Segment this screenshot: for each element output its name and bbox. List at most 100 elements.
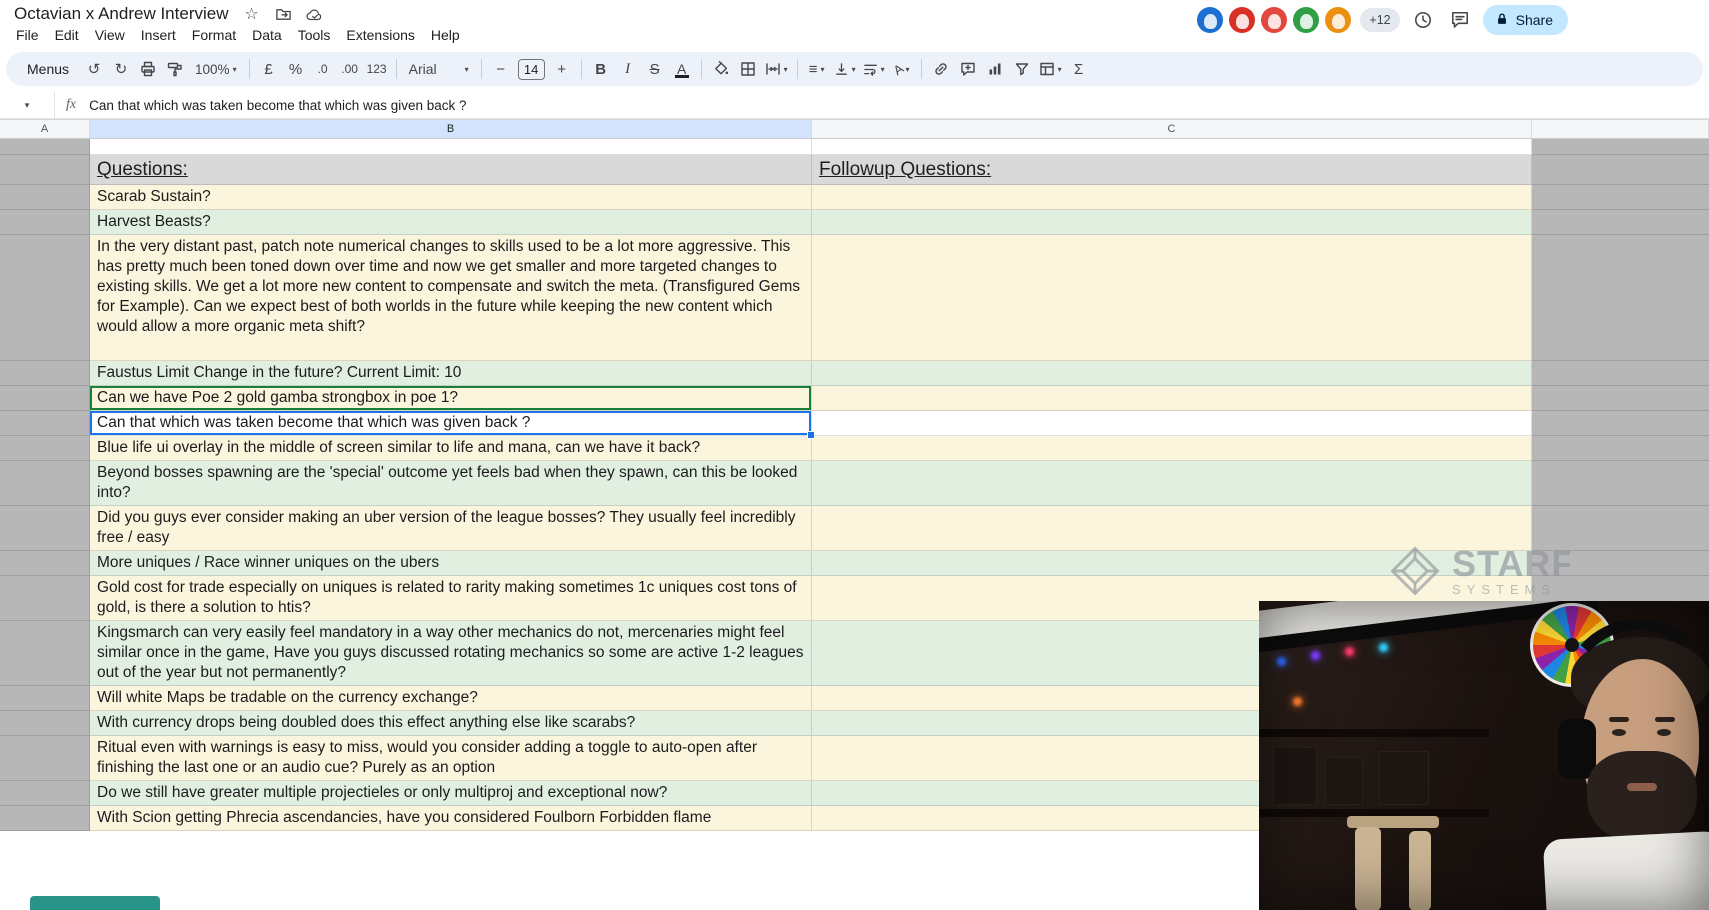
cell-col-a[interactable]	[0, 576, 90, 621]
collaborator-overflow-badge[interactable]: +12	[1360, 8, 1400, 32]
cell-col-b[interactable]: More uniques / Race winner uniques on th…	[90, 551, 812, 576]
cell-col-a[interactable]	[0, 155, 90, 185]
column-header-a[interactable]: A	[0, 120, 90, 139]
format-percent-button[interactable]: %	[283, 56, 309, 82]
menu-format[interactable]: Format	[184, 25, 244, 45]
cell-col-b[interactable]: With currency drops being doubled does t…	[90, 711, 812, 736]
cell-col-a[interactable]	[0, 686, 90, 711]
redo-button[interactable]: ↻	[108, 56, 134, 82]
collaborator-avatar[interactable]	[1261, 7, 1288, 33]
paint-format-button[interactable]	[162, 56, 188, 82]
column-header-c[interactable]: C	[812, 120, 1532, 139]
cell-col-b[interactable]: Gold cost for trade especially on unique…	[90, 576, 812, 621]
name-box-dropdown[interactable]: ▾	[0, 92, 54, 118]
cell-col-c[interactable]	[812, 436, 1532, 461]
cell-col-a[interactable]	[0, 621, 90, 686]
cell-col-b[interactable]	[90, 139, 812, 155]
more-formats-button[interactable]: 123	[364, 56, 390, 82]
cell-col-b[interactable]: Will white Maps be tradable on the curre…	[90, 686, 812, 711]
cell-col-a[interactable]	[0, 806, 90, 831]
cell-col-a[interactable]	[0, 411, 90, 436]
cell-col-b[interactable]: Questions:	[90, 155, 812, 185]
vertical-align-button[interactable]: ▾	[831, 56, 859, 82]
zoom-control[interactable]: 100% ▾	[189, 56, 243, 82]
strikethrough-button[interactable]: S	[642, 56, 668, 82]
cell-col-a[interactable]	[0, 506, 90, 551]
cell-col-a[interactable]	[0, 185, 90, 210]
cell-col-b[interactable]: Scarab Sustain?	[90, 185, 812, 210]
print-button[interactable]	[135, 56, 161, 82]
horizontal-align-button[interactable]: ≡ ▾	[804, 56, 830, 82]
cell-col-b[interactable]: Kingsmarch can very easily feel mandator…	[90, 621, 812, 686]
cell-col-b[interactable]: Blue life ui overlay in the middle of sc…	[90, 436, 812, 461]
cell-col-b[interactable]: Beyond bosses spawning are the 'special'…	[90, 461, 812, 506]
cell-col-a[interactable]	[0, 210, 90, 235]
functions-button[interactable]: Σ	[1066, 56, 1092, 82]
cell-col-b[interactable]: Do we still have greater multiple projec…	[90, 781, 812, 806]
cell-col-c[interactable]	[812, 185, 1532, 210]
comments-icon[interactable]	[1446, 6, 1474, 34]
cell-col-b[interactable]: With Scion getting Phrecia ascendancies,…	[90, 806, 812, 831]
fill-color-button[interactable]	[708, 56, 734, 82]
cell-col-c[interactable]	[812, 411, 1532, 436]
cell-col-a[interactable]	[0, 386, 90, 411]
italic-button[interactable]: I	[615, 56, 641, 82]
collaborator-avatar[interactable]	[1293, 7, 1320, 33]
move-folder-icon[interactable]	[274, 5, 292, 23]
collaborator-avatar[interactable]	[1197, 7, 1224, 33]
menu-insert[interactable]: Insert	[133, 25, 184, 45]
merge-cells-button[interactable]: ▾	[762, 56, 791, 82]
undo-button[interactable]: ↺	[81, 56, 107, 82]
cell-col-c[interactable]	[812, 139, 1532, 155]
cell-col-a[interactable]	[0, 436, 90, 461]
collaborator-avatar[interactable]	[1229, 7, 1256, 33]
column-header-b[interactable]: B	[90, 120, 812, 139]
cell-col-b[interactable]: Did you guys ever consider making an ube…	[90, 506, 812, 551]
share-button[interactable]: Share	[1482, 5, 1568, 35]
decrease-decimal-button[interactable]: .0	[310, 56, 336, 82]
cell-col-a[interactable]	[0, 461, 90, 506]
cell-col-a[interactable]	[0, 711, 90, 736]
cell-col-c[interactable]	[812, 551, 1532, 576]
star-icon[interactable]: ☆	[242, 5, 260, 23]
text-wrap-button[interactable]: ▾	[860, 56, 888, 82]
bold-button[interactable]: B	[588, 56, 614, 82]
menu-tools[interactable]: Tools	[290, 25, 339, 45]
menus-button[interactable]: Menus	[16, 56, 80, 82]
collaborator-avatar[interactable]	[1325, 7, 1352, 33]
increase-font-size-button[interactable]: +	[549, 56, 575, 82]
menu-extensions[interactable]: Extensions	[338, 25, 422, 45]
insert-chart-button[interactable]	[982, 56, 1008, 82]
cell-col-a[interactable]	[0, 551, 90, 576]
cell-col-b[interactable]: Ritual even with warnings is easy to mis…	[90, 736, 812, 781]
insert-link-button[interactable]	[928, 56, 954, 82]
format-currency-button[interactable]: £	[256, 56, 282, 82]
menu-data[interactable]: Data	[244, 25, 290, 45]
cell-col-a[interactable]	[0, 361, 90, 386]
menu-file[interactable]: File	[8, 25, 47, 45]
cell-col-c[interactable]: Followup Questions:	[812, 155, 1532, 185]
text-rotation-button[interactable]: A ▾	[889, 56, 915, 82]
selection-fill-handle[interactable]	[807, 431, 815, 439]
version-history-icon[interactable]	[1409, 6, 1437, 34]
cell-col-b[interactable]: Faustus Limit Change in the future? Curr…	[90, 361, 812, 386]
filter-views-button[interactable]: ▾	[1036, 56, 1065, 82]
text-color-button[interactable]: A	[669, 56, 695, 82]
document-title[interactable]: Octavian x Andrew Interview	[14, 4, 228, 24]
font-size-input[interactable]: 14	[517, 58, 545, 80]
cell-col-a[interactable]	[0, 781, 90, 806]
cell-col-b[interactable]: Can we have Poe 2 gold gamba strongbox i…	[90, 386, 812, 411]
cell-col-b[interactable]: Can that which was taken become that whi…	[90, 411, 815, 439]
menu-edit[interactable]: Edit	[47, 25, 87, 45]
decrease-font-size-button[interactable]: −	[488, 56, 514, 82]
cell-col-a[interactable]	[0, 235, 90, 361]
create-filter-button[interactable]	[1009, 56, 1035, 82]
cell-col-c[interactable]	[812, 210, 1532, 235]
menu-help[interactable]: Help	[423, 25, 468, 45]
cell-col-c[interactable]	[812, 461, 1532, 506]
cell-col-c[interactable]	[812, 386, 1532, 411]
font-family-select[interactable]: Arial ▾	[403, 56, 475, 82]
cell-col-c[interactable]	[812, 361, 1532, 386]
cell-col-a[interactable]	[0, 139, 90, 155]
insert-comment-button[interactable]	[955, 56, 981, 82]
